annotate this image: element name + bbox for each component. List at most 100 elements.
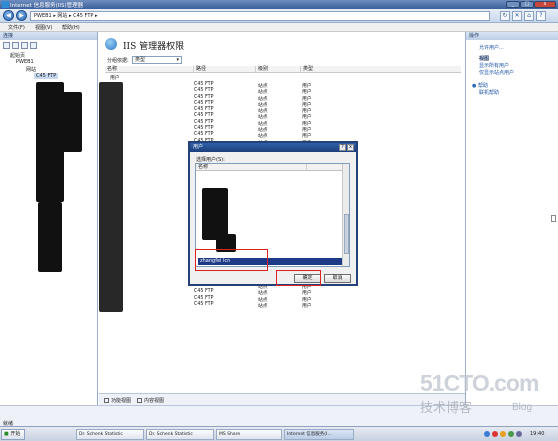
- address-bar[interactable]: PWEB1 ▸ 网站 ▸ C45 FTP ▸: [30, 11, 490, 21]
- tree-item-server[interactable]: PWEB1: [16, 59, 34, 65]
- tray-icon[interactable]: [492, 431, 498, 437]
- select-user-label: 选择用户(S):: [196, 157, 225, 163]
- table-cell: C45 FTP: [194, 88, 214, 94]
- minimize-button[interactable]: _: [506, 1, 520, 8]
- address-toolbar: ◀ ▶ PWEB1 ▸ 网站 ▸ C45 FTP ▸ ↻ ✕ ⌂ ?: [0, 9, 558, 23]
- home-icon[interactable]: ⌂: [524, 11, 534, 21]
- refresh-icon[interactable]: ↻: [500, 11, 510, 21]
- col-type[interactable]: 类型: [300, 66, 313, 73]
- close-button[interactable]: x: [534, 1, 556, 8]
- chevron-down-icon: ▾: [176, 57, 179, 63]
- actions-pane: 操作 允许用户... 视图 显示所有用户 仅显示站点用户 ● 帮助 联机帮助: [465, 32, 558, 405]
- dialog-title: 用户: [193, 144, 204, 150]
- tray-icon[interactable]: [484, 431, 490, 437]
- cancel-button[interactable]: 取消: [324, 274, 351, 283]
- status-bar: 就绪: [0, 405, 558, 427]
- col-level[interactable]: 级别: [255, 66, 268, 73]
- redacted-user-list: [202, 188, 228, 240]
- dialog-close-button[interactable]: x: [347, 144, 354, 151]
- tree-item-c45-ftp[interactable]: C45 FTP: [34, 73, 59, 79]
- redacted-tree-area-2: [60, 92, 82, 152]
- menu-bar: 文件(F) 视图(V) 帮助(H): [0, 23, 558, 32]
- tab-content-view[interactable]: 内容视图: [137, 397, 164, 404]
- watermark-logo: 51CTO.com: [420, 370, 539, 396]
- table-cell: C45 FTP: [194, 125, 214, 131]
- view-tabs: 功能视图 内容视图: [99, 393, 465, 405]
- connections-pane: 连接 起始页 PWEB1 网站 C45 FTP: [0, 32, 98, 405]
- group-by-select[interactable]: 类型 ▾: [132, 56, 182, 64]
- taskbar: ■ 开始 Dr. Schenk Statistic Dr. Schenk Sta…: [0, 426, 558, 441]
- table-cell: C45 FTP: [194, 295, 214, 301]
- taskbar-item[interactable]: Dr. Schenk Statistic: [76, 429, 144, 440]
- dialog-title-bar: 用户 ? x: [190, 143, 356, 152]
- iis-app-icon: [2, 1, 9, 8]
- highlight-ok-button: [276, 270, 321, 286]
- table-cell: C45 FTP: [194, 289, 214, 295]
- clock: 19:40: [530, 431, 545, 437]
- menu-file[interactable]: 文件(F): [8, 24, 25, 31]
- stop-icon[interactable]: ✕: [512, 11, 522, 21]
- tree-item-sites[interactable]: 网站: [26, 66, 36, 73]
- window-title: Internet 信息服务(IIS)管理器: [10, 3, 84, 9]
- taskbar-item-iis[interactable]: Internet 信息服务(I...: [284, 429, 354, 440]
- connections-toolbar: [3, 42, 39, 49]
- online-help-action[interactable]: 联机帮助: [479, 89, 499, 96]
- users-dialog: 用户 ? x 选择用户(S): 名称 zhangfei lcn 确定 取消: [188, 141, 358, 286]
- page-title: IIS 管理器权限: [123, 42, 185, 52]
- redacted-names: [99, 82, 123, 312]
- connect-icon[interactable]: [3, 42, 10, 49]
- help-icon: ●: [472, 83, 477, 89]
- table-cell: C45 FTP: [194, 113, 214, 119]
- col-user-extra[interactable]: [306, 164, 309, 171]
- table-cell: C45 FTP: [194, 107, 214, 113]
- table-cell: C45 FTP: [194, 132, 214, 138]
- table-cell: C45 FTP: [194, 119, 214, 125]
- tree-item-start-page[interactable]: 起始页: [10, 52, 25, 59]
- taskbar-item[interactable]: Dr. Schenk Statistic: [146, 429, 214, 440]
- table-cell: 用户: [302, 303, 312, 309]
- globe-icon: [105, 38, 117, 50]
- redacted-tree-area-3: [38, 202, 62, 272]
- back-icon[interactable]: ◀: [3, 10, 14, 21]
- group-by-label: 分组依据:: [107, 58, 129, 64]
- show-site-users-action[interactable]: 仅显示站点用户: [479, 69, 514, 76]
- col-name[interactable]: 名称: [105, 66, 117, 73]
- forward-icon[interactable]: ▶: [16, 10, 27, 21]
- taskbar-item[interactable]: MS Share: [216, 429, 282, 440]
- scrollbar-thumb[interactable]: [344, 214, 349, 254]
- title-bar: Internet 信息服务(IIS)管理器 _ □ x: [0, 0, 558, 9]
- watermark-subtitle: 技术博客: [420, 400, 473, 415]
- actions-header: 操作: [466, 32, 558, 40]
- windows-icon: ■: [4, 431, 9, 437]
- connections-header: 连接: [0, 32, 97, 40]
- tray-icon[interactable]: [500, 431, 506, 437]
- watermark-blog: Blog: [512, 402, 533, 413]
- table-cell: 站点: [258, 303, 268, 309]
- dialog-help-button[interactable]: ?: [339, 144, 346, 151]
- show-all-users-action[interactable]: 显示所有用户: [479, 62, 509, 69]
- table-cell: C45 FTP: [194, 94, 214, 100]
- maximize-button[interactable]: □: [520, 1, 534, 8]
- tray-icon[interactable]: [508, 431, 514, 437]
- start-button[interactable]: ■ 开始: [1, 429, 25, 440]
- highlight-selected-user: [195, 249, 268, 271]
- menu-help[interactable]: 帮助(H): [62, 24, 80, 31]
- grid-header: 名称 路径 级别 类型: [105, 66, 461, 73]
- col-user-name[interactable]: 名称: [196, 164, 208, 171]
- table-cell: C45 FTP: [194, 301, 214, 307]
- table-cell: C45 FTP: [194, 82, 214, 87]
- menu-view[interactable]: 视图(V): [35, 24, 52, 31]
- folder-icon[interactable]: [21, 42, 28, 49]
- pane-splitter-handle[interactable]: [551, 215, 556, 222]
- allow-user-action[interactable]: 允许用户...: [479, 44, 504, 51]
- help-icon[interactable]: ?: [536, 11, 546, 21]
- save-icon[interactable]: [12, 42, 19, 49]
- help-action[interactable]: ● 帮助: [472, 82, 488, 89]
- tab-features-view[interactable]: 功能视图: [104, 397, 131, 404]
- view-section-header: 视图: [479, 56, 490, 62]
- disconnect-icon[interactable]: [30, 42, 37, 49]
- user-list-header: 名称: [196, 164, 344, 171]
- user-list-scrollbar[interactable]: [342, 164, 349, 266]
- col-path[interactable]: 路径: [193, 66, 206, 73]
- tray-icon[interactable]: [516, 431, 522, 437]
